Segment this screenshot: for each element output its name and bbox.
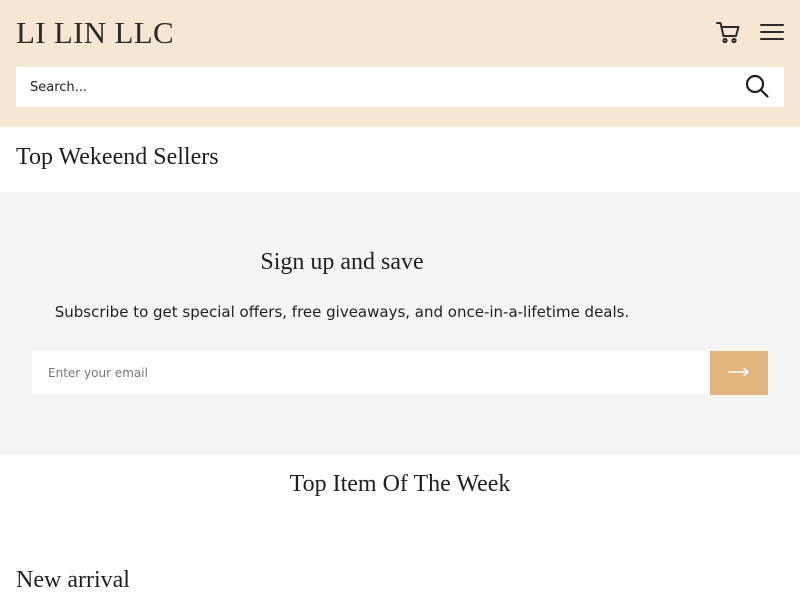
email-field[interactable] — [32, 351, 710, 394]
search-input[interactable] — [16, 67, 736, 107]
menu-button[interactable] — [756, 18, 788, 50]
subscribe-button[interactable] — [710, 351, 768, 395]
cart-icon — [715, 20, 741, 49]
signup-description: Subscribe to get special offers, free gi… — [54, 303, 630, 321]
hamburger-menu-icon — [760, 22, 784, 47]
cart-button[interactable] — [712, 18, 744, 50]
newsletter-signup: Sign up and save Subscribe to get specia… — [0, 192, 800, 455]
site-header: LI LIN LLC — [0, 0, 800, 127]
search-icon — [745, 74, 769, 103]
arrow-right-icon — [728, 364, 750, 382]
store-logo[interactable]: LI LIN LLC — [16, 15, 174, 51]
new-arrival-heading: New arrival — [16, 567, 130, 593]
search-button[interactable] — [742, 73, 772, 103]
search-bar — [16, 67, 784, 107]
top-item-of-week-heading: Top Item Of The Week — [289, 471, 511, 497]
top-weekend-sellers-heading: Top Wekeend Sellers — [16, 144, 219, 170]
signup-title: Sign up and save — [260, 249, 424, 275]
